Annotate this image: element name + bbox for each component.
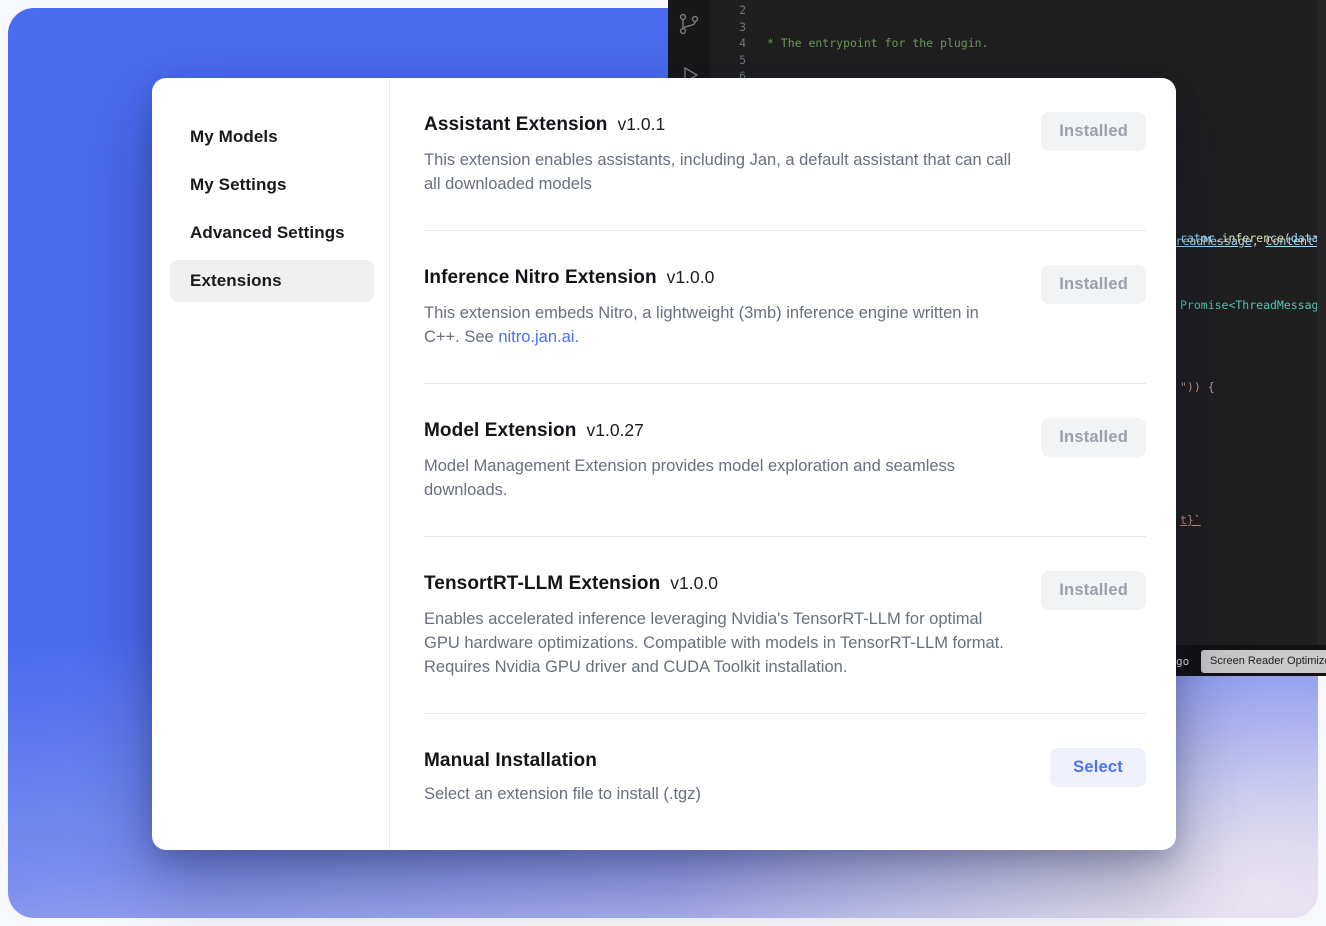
manual-installation-section: Manual Installation Select an extension … xyxy=(424,713,1146,840)
status-text: go xyxy=(1176,654,1189,671)
extension-version: v1.0.0 xyxy=(670,573,718,594)
manual-installation-description: Select an extension file to install (.tg… xyxy=(424,782,701,806)
installed-button[interactable]: Installed xyxy=(1041,265,1146,304)
installed-button[interactable]: Installed xyxy=(1041,418,1146,457)
extension-title: Assistant Extension xyxy=(424,112,608,138)
extension-title: Inference Nitro Extension xyxy=(424,265,657,291)
screen-reader-chip[interactable]: Screen Reader Optimize xyxy=(1201,650,1326,673)
installed-button[interactable]: Installed xyxy=(1041,112,1146,151)
extension-section-model: Model Extension v1.0.27 Model Management… xyxy=(424,383,1146,536)
extension-title: Model Extension xyxy=(424,418,576,444)
code-fragment: rator.inference(data)); xyxy=(1180,230,1326,247)
extension-description: This extension embeds Nitro, a lightweig… xyxy=(424,301,1014,349)
extension-description: Model Management Extension provides mode… xyxy=(424,454,1014,502)
extension-version: v1.0.0 xyxy=(667,267,715,288)
settings-modal: My Models My Settings Advanced Settings … xyxy=(152,78,1176,850)
extension-section-assistant: Assistant Extension v1.0.1 This extensio… xyxy=(424,78,1146,230)
editor-scrollbar[interactable] xyxy=(1317,0,1326,676)
nav-item-advanced-settings[interactable]: Advanced Settings xyxy=(170,212,374,254)
select-file-button[interactable]: Select xyxy=(1050,748,1146,787)
code-fragment: ")) { xyxy=(1180,379,1215,396)
extension-section-tensorrt: TensortRT-LLM Extension v1.0.0 Enables a… xyxy=(424,536,1146,713)
code-fragment: Promise<ThreadMessage> xyxy=(1180,297,1326,314)
extension-title: TensortRT-LLM Extension xyxy=(424,571,660,597)
extension-version: v1.0.1 xyxy=(618,114,666,135)
manual-installation-title: Manual Installation xyxy=(424,748,597,774)
extension-description: This extension enables assistants, inclu… xyxy=(424,148,1014,196)
nav-item-extensions[interactable]: Extensions xyxy=(170,260,374,302)
settings-nav: My Models My Settings Advanced Settings … xyxy=(152,78,390,850)
editor-line-numbers: 2 3 4 5 6 xyxy=(720,2,746,85)
installed-button[interactable]: Installed xyxy=(1041,571,1146,610)
nav-item-my-settings[interactable]: My Settings xyxy=(170,164,374,206)
nav-item-my-models[interactable]: My Models xyxy=(170,116,374,158)
git-branch-icon xyxy=(677,12,701,41)
extension-version: v1.0.27 xyxy=(586,420,643,441)
extension-section-nitro: Inference Nitro Extension v1.0.0 This ex… xyxy=(424,230,1146,383)
code-line: * The entrypoint for the plugin. xyxy=(760,35,1326,52)
code-fragment: t}` xyxy=(1180,512,1201,529)
nitro-link[interactable]: nitro.jan.ai. xyxy=(498,328,579,346)
extensions-panel: Assistant Extension v1.0.1 This extensio… xyxy=(390,78,1176,850)
extension-description: Enables accelerated inference leveraging… xyxy=(424,607,1014,679)
